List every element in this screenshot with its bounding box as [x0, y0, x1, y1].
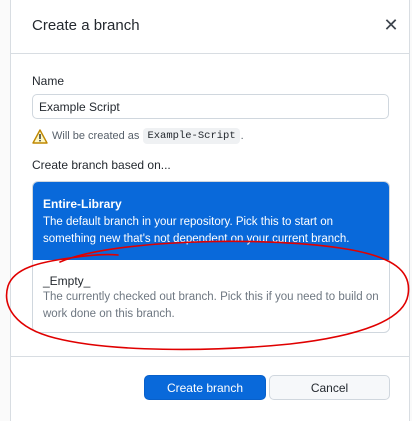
branch-name-note: Will be created as Example-Script .: [32, 127, 244, 145]
option-entire-library[interactable]: Entire-Library The default branch in you…: [33, 182, 389, 260]
branch-name-input[interactable]: [32, 94, 389, 119]
option-description: The currently checked out branch. Pick t…: [43, 291, 379, 320]
base-branch-options: Entire-Library The default branch in you…: [32, 181, 390, 333]
note-suffix: .: [240, 130, 244, 142]
option-title: Entire-Library: [43, 197, 122, 211]
create-branch-dialog: Create a branch ✕ Name Will be created a…: [10, 0, 410, 421]
based-on-label: Create branch based on...: [32, 158, 171, 172]
page: Create a branch ✕ Name Will be created a…: [0, 0, 412, 421]
option-title: _Empty_: [43, 274, 91, 288]
close-icon[interactable]: ✕: [382, 16, 400, 34]
cancel-button[interactable]: Cancel: [269, 375, 390, 400]
option-empty[interactable]: _Empty_ The currently checked out branch…: [33, 260, 389, 332]
dialog-title: Create a branch: [32, 17, 140, 34]
note-prefix: Will be created as: [52, 130, 140, 142]
dialog-footer: Create branch Cancel: [11, 356, 409, 421]
dialog-header: Create a branch ✕: [11, 0, 409, 54]
warning-icon: [32, 128, 48, 144]
option-description: The default branch in your repository. P…: [43, 216, 350, 245]
branch-name-preview: Example-Script: [143, 128, 240, 144]
create-branch-button[interactable]: Create branch: [144, 375, 266, 400]
name-label: Name: [32, 74, 65, 88]
